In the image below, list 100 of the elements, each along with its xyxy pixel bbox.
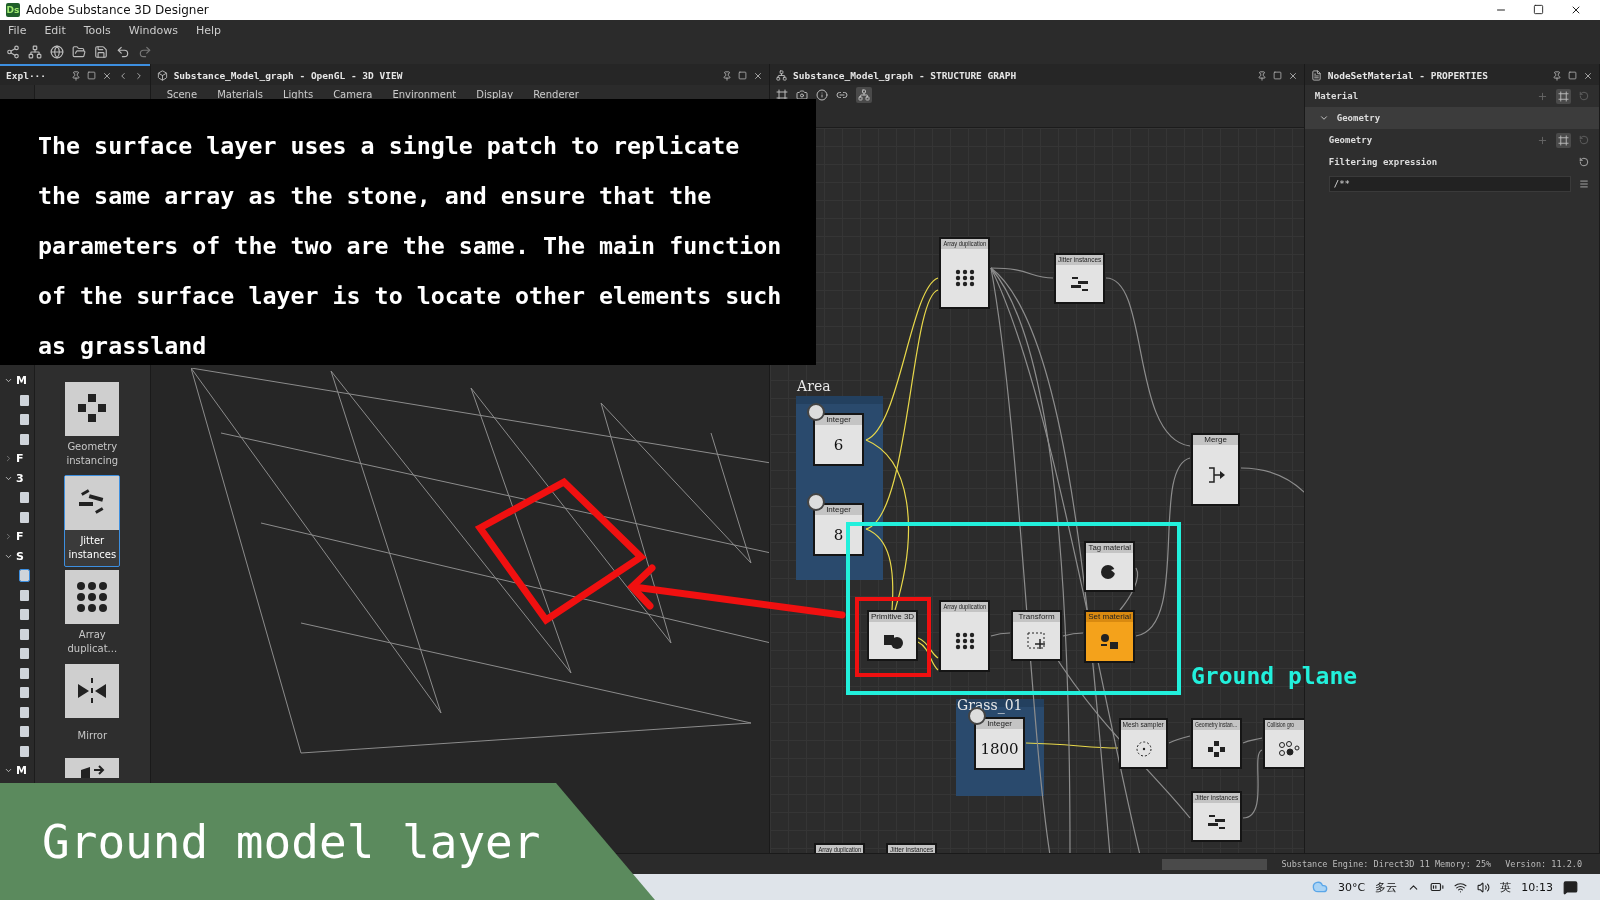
tree-node-icon[interactable] [20, 609, 29, 621]
graph-node[interactable]: Jitter instances [1054, 253, 1106, 304]
graph-tool-icon[interactable] [816, 89, 829, 101]
expand-icon[interactable] [4, 454, 13, 464]
graph-tool-icon[interactable] [796, 89, 809, 101]
library-tile[interactable] [64, 757, 121, 779]
menu-item[interactable]: Edit [44, 23, 66, 37]
view-menu-item[interactable]: Camera [333, 88, 373, 100]
node-title: Array duplication [943, 602, 986, 612]
tree-item[interactable]: F [16, 530, 24, 544]
float-icon[interactable] [1272, 71, 1282, 80]
tree-node-icon[interactable] [20, 589, 29, 601]
graph-node[interactable]: Array duplication [939, 237, 991, 309]
title-banner: Ground model layer [0, 783, 655, 900]
float-icon[interactable] [86, 71, 96, 80]
document-icon [1310, 70, 1322, 81]
view-menu-item[interactable]: Materials [217, 88, 263, 100]
folder-icon[interactable] [72, 45, 86, 59]
tree-node-icon[interactable] [20, 394, 29, 406]
tree-node-icon[interactable] [20, 726, 29, 738]
link-icon[interactable] [1556, 88, 1571, 104]
tree-node-icon[interactable] [20, 648, 29, 660]
notification-icon[interactable] [1563, 879, 1578, 895]
graph-tool-icon[interactable] [836, 89, 849, 101]
filter-field[interactable]: /** [1328, 176, 1571, 192]
tree-node-icon[interactable] [20, 687, 29, 699]
graph-node[interactable]: Transform [1011, 610, 1063, 661]
tree-node-icon[interactable] [20, 433, 29, 445]
reset-icon[interactable] [1579, 157, 1589, 167]
input-method[interactable]: 英 [1500, 879, 1512, 895]
tree-node-icon[interactable] [20, 745, 29, 757]
graph-icon[interactable] [28, 45, 42, 59]
tree-node-icon[interactable] [20, 570, 29, 582]
view-menu-item[interactable]: Renderer [533, 88, 579, 100]
menu-icon[interactable] [1579, 179, 1589, 189]
tree-item[interactable]: 3 [16, 471, 24, 485]
dot-grid-icon [75, 580, 110, 614]
graph-node[interactable]: Geometry instan… [1191, 718, 1243, 769]
speaker-icon[interactable] [1477, 880, 1491, 894]
collapse-icon[interactable] [1318, 113, 1329, 123]
cube-icon [156, 70, 168, 81]
graph-node[interactable]: Array duplication [939, 600, 991, 672]
tree-node-icon[interactable] [20, 511, 29, 523]
menu-item[interactable]: Help [195, 23, 222, 37]
tree-item[interactable]: S [16, 549, 24, 563]
menu-item[interactable]: Tools [83, 23, 111, 37]
wifi-icon[interactable] [1454, 880, 1468, 894]
tree-item[interactable]: F [16, 452, 24, 466]
view-menu-item[interactable]: Display [476, 88, 514, 100]
view-menu-item[interactable]: Lights [282, 88, 314, 100]
graph-node[interactable]: Merge [1191, 433, 1241, 506]
graph-tool-icon[interactable] [856, 87, 873, 103]
graph-tool-icon[interactable] [776, 89, 789, 101]
close-icon[interactable] [1583, 70, 1593, 81]
undo-icon[interactable] [116, 45, 130, 59]
tree-node-icon[interactable] [20, 628, 29, 640]
tree-node-icon[interactable] [20, 414, 29, 426]
pin-icon[interactable] [70, 70, 81, 81]
battery-icon[interactable] [1430, 880, 1445, 894]
close-icon[interactable] [753, 70, 764, 81]
float-icon[interactable] [738, 71, 748, 80]
float-icon[interactable] [1568, 71, 1577, 80]
app-logo: Ds [6, 3, 20, 17]
menu-item[interactable]: File [8, 23, 27, 37]
graph-node[interactable]: Primitive 3D [867, 610, 919, 661]
view-menu-item[interactable]: Scene [166, 88, 198, 100]
node-title: Integer [826, 505, 852, 515]
graph-node[interactable]: Integer 1800 [974, 717, 1026, 770]
tree-node-icon[interactable] [20, 492, 29, 504]
close-icon[interactable] [1570, 4, 1582, 16]
link-icon[interactable] [1556, 132, 1571, 148]
pin-icon[interactable] [1552, 70, 1562, 81]
view-menu-item[interactable]: Environment [392, 88, 457, 100]
pin-icon[interactable] [722, 70, 733, 81]
tree-node-icon[interactable] [20, 667, 29, 679]
save-icon[interactable] [94, 45, 108, 59]
redo-icon[interactable] [138, 45, 152, 59]
graph-node[interactable]: Integer 6 [813, 413, 865, 466]
graph-node[interactable]: Integer 8 [813, 503, 865, 556]
graph-node[interactable]: Tag material [1084, 541, 1136, 592]
graph-node[interactable]: Set material [1084, 610, 1136, 663]
annotation-label: Ground plane [1191, 663, 1358, 689]
clock[interactable]: 10:13 [1521, 880, 1553, 894]
version-label: Version: 11.2.0 [1505, 859, 1582, 869]
globe-icon[interactable] [50, 45, 64, 59]
tree-node-icon[interactable] [20, 706, 29, 718]
close-icon[interactable] [1287, 70, 1298, 81]
maximize-icon[interactable] [1533, 4, 1544, 16]
graph-node[interactable]: Jitter instances [1191, 791, 1243, 842]
pin-icon[interactable] [1256, 70, 1267, 81]
graph-icon [776, 70, 788, 81]
menu-item[interactable]: Windows [128, 23, 178, 37]
tree-item[interactable]: M [16, 374, 27, 388]
share-icon[interactable] [6, 45, 20, 59]
graph-node[interactable]: Collision gro [1263, 718, 1304, 769]
close-icon[interactable] [101, 70, 112, 81]
tree-item[interactable]: M [16, 764, 27, 778]
graph-node[interactable]: Mesh sampler [1119, 718, 1169, 769]
library-tile[interactable]: Jitter instances [64, 475, 121, 567]
expand-icon[interactable] [4, 532, 13, 542]
